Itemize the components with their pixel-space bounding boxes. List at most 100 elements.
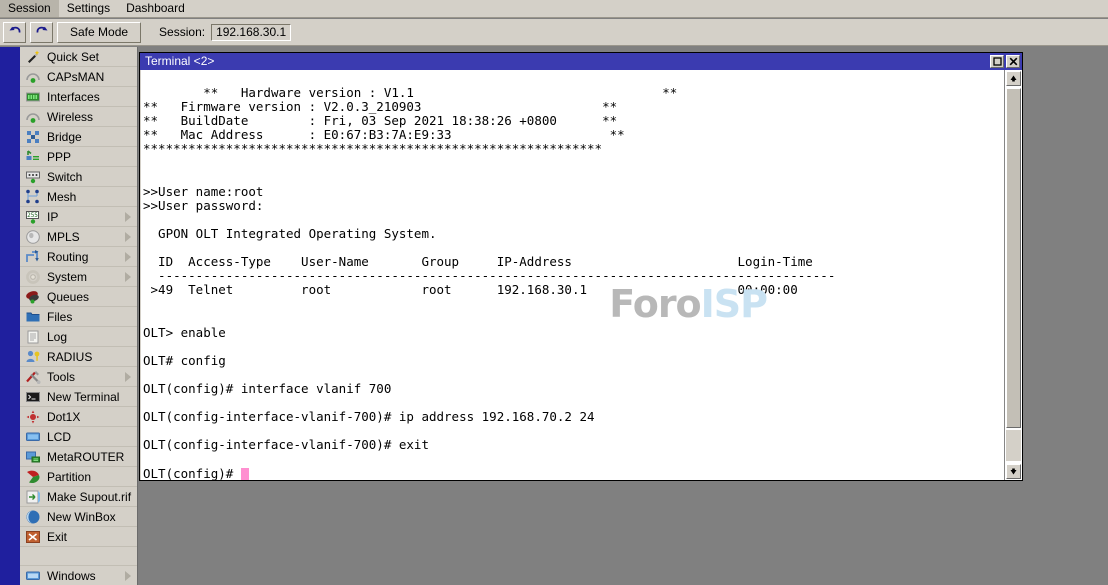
scrollbar-up-button[interactable] [1006, 71, 1021, 86]
sidebar-label: MPLS [47, 230, 80, 244]
sidebar-label: Mesh [47, 190, 76, 204]
partition-icon [25, 469, 41, 485]
sidebar-item-radius[interactable]: RADIUS [20, 347, 137, 367]
winbox-application-window: Session Settings Dashboard Safe Mode Ses… [0, 0, 1108, 585]
quick-set-icon [25, 49, 41, 65]
svg-text:255: 255 [27, 212, 38, 219]
chevron-right-icon [125, 212, 131, 222]
sidebar-item-files[interactable]: Files [20, 307, 137, 327]
sidebar-item-log[interactable]: Log [20, 327, 137, 347]
session-label: Session: [159, 25, 205, 39]
sidebar-item-system[interactable]: System [20, 267, 137, 287]
terminal-cursor [241, 468, 249, 480]
chevron-right-icon [125, 252, 131, 262]
terminal-output[interactable]: ** Hardware version : V1.1 ** ** Firmwar… [140, 70, 1004, 480]
maximize-button[interactable] [990, 55, 1004, 68]
sidebar-label: Exit [47, 530, 67, 544]
sidebar-item-ppp[interactable]: PPP [20, 147, 137, 167]
menu-bar: Session Settings Dashboard [0, 0, 1108, 18]
terminal-scrollbar[interactable] [1004, 70, 1022, 480]
sidebar-item-new-terminal[interactable]: New Terminal [20, 387, 137, 407]
files-icon [25, 309, 41, 325]
chevron-right-icon [125, 571, 131, 581]
sidebar-item-tools[interactable]: Tools [20, 367, 137, 387]
exit-icon [25, 529, 41, 545]
sidebar-item-queues[interactable]: Queues [20, 287, 137, 307]
window-controls [990, 55, 1020, 68]
sidebar-item-quick-set[interactable]: Quick Set [20, 47, 137, 67]
sidebar-label: Windows [47, 569, 96, 583]
scrollbar-thumb[interactable] [1006, 88, 1021, 428]
sidebar-label: Tools [47, 370, 75, 384]
wireless-icon [25, 109, 41, 125]
sidebar-item-make-supout[interactable]: Make Supout.rif [20, 487, 137, 507]
ip-icon: 255 [25, 209, 41, 225]
system-icon [25, 269, 41, 285]
sidebar-item-capsman[interactable]: CAPsMAN [20, 67, 137, 87]
sidebar-label: Wireless [47, 110, 93, 124]
sidebar-label: Make Supout.rif [47, 490, 131, 504]
sidebar-label: New Terminal [47, 390, 119, 404]
ppp-icon [25, 149, 41, 165]
menu-session[interactable]: Session [0, 0, 59, 17]
metarouter-icon [25, 449, 41, 465]
capsman-icon [25, 69, 41, 85]
toolbar: Safe Mode Session: 192.168.30.1 [0, 19, 1108, 46]
sidebar-item-exit[interactable]: Exit [20, 527, 137, 547]
sidebar-menu: Quick Set CAPsMAN Interfa [20, 47, 138, 585]
close-button[interactable] [1006, 55, 1020, 68]
session-address-field[interactable]: 192.168.30.1 [211, 24, 291, 41]
chevron-right-icon [125, 372, 131, 382]
tools-icon [25, 369, 41, 385]
scrollbar-track[interactable] [1006, 430, 1021, 461]
redo-button[interactable] [30, 22, 53, 43]
sidebar-item-dot1x[interactable]: Dot1X [20, 407, 137, 427]
radius-icon [25, 349, 41, 365]
sidebar-label: IP [47, 210, 58, 224]
sidebar-item-new-winbox[interactable]: New WinBox [20, 507, 137, 527]
sidebar-item-partition[interactable]: Partition [20, 467, 137, 487]
sidebar-item-metarouter[interactable]: MetaROUTER [20, 447, 137, 467]
sidebar-label: Log [47, 330, 67, 344]
sidebar-label: MetaROUTER [47, 450, 124, 464]
sidebar-label: Switch [47, 170, 82, 184]
undo-arrow-icon [8, 24, 22, 41]
terminal-title-text: Terminal <2> [145, 54, 214, 69]
safe-mode-button[interactable]: Safe Mode [57, 22, 141, 43]
terminal-prompt: OLT(config)# [143, 466, 241, 480]
sidebar-label: Queues [47, 290, 89, 304]
sidebar-item-switch[interactable]: Switch [20, 167, 137, 187]
interfaces-icon [25, 89, 41, 105]
terminal-body: ** Hardware version : V1.1 ** ** Firmwar… [140, 70, 1022, 480]
sidebar-item-lcd[interactable]: LCD [20, 427, 137, 447]
sidebar-item-wireless[interactable]: Wireless [20, 107, 137, 127]
scrollbar-down-button[interactable] [1006, 464, 1021, 479]
mpls-icon [25, 229, 41, 245]
dot1x-icon [25, 409, 41, 425]
sidebar-label: PPP [47, 150, 71, 164]
queues-icon [25, 289, 41, 305]
sidebar-item-interfaces[interactable]: Interfaces [20, 87, 137, 107]
scroll-up-arrow-icon [1009, 72, 1018, 86]
sidebar-item-routing[interactable]: Routing [20, 247, 137, 267]
supout-icon [25, 489, 41, 505]
sidebar-label: Partition [47, 470, 91, 484]
switch-icon [25, 169, 41, 185]
undo-button[interactable] [3, 22, 26, 43]
log-icon [25, 329, 41, 345]
menu-settings[interactable]: Settings [59, 0, 118, 17]
sidebar-label: Interfaces [47, 90, 100, 104]
sidebar-separator [20, 547, 137, 566]
sidebar-item-ip[interactable]: 255 IP [20, 207, 137, 227]
menu-dashboard[interactable]: Dashboard [118, 0, 193, 17]
terminal-title-bar[interactable]: Terminal <2> [140, 53, 1022, 70]
sidebar-item-mesh[interactable]: Mesh [20, 187, 137, 207]
sidebar-label: Files [47, 310, 72, 324]
chevron-right-icon [125, 272, 131, 282]
sidebar-label: Routing [47, 250, 88, 264]
sidebar-item-mpls[interactable]: MPLS [20, 227, 137, 247]
sidebar-label: RADIUS [47, 350, 92, 364]
sidebar-item-bridge[interactable]: Bridge [20, 127, 137, 147]
bridge-icon [25, 129, 41, 145]
sidebar-item-windows[interactable]: Windows [20, 566, 137, 585]
